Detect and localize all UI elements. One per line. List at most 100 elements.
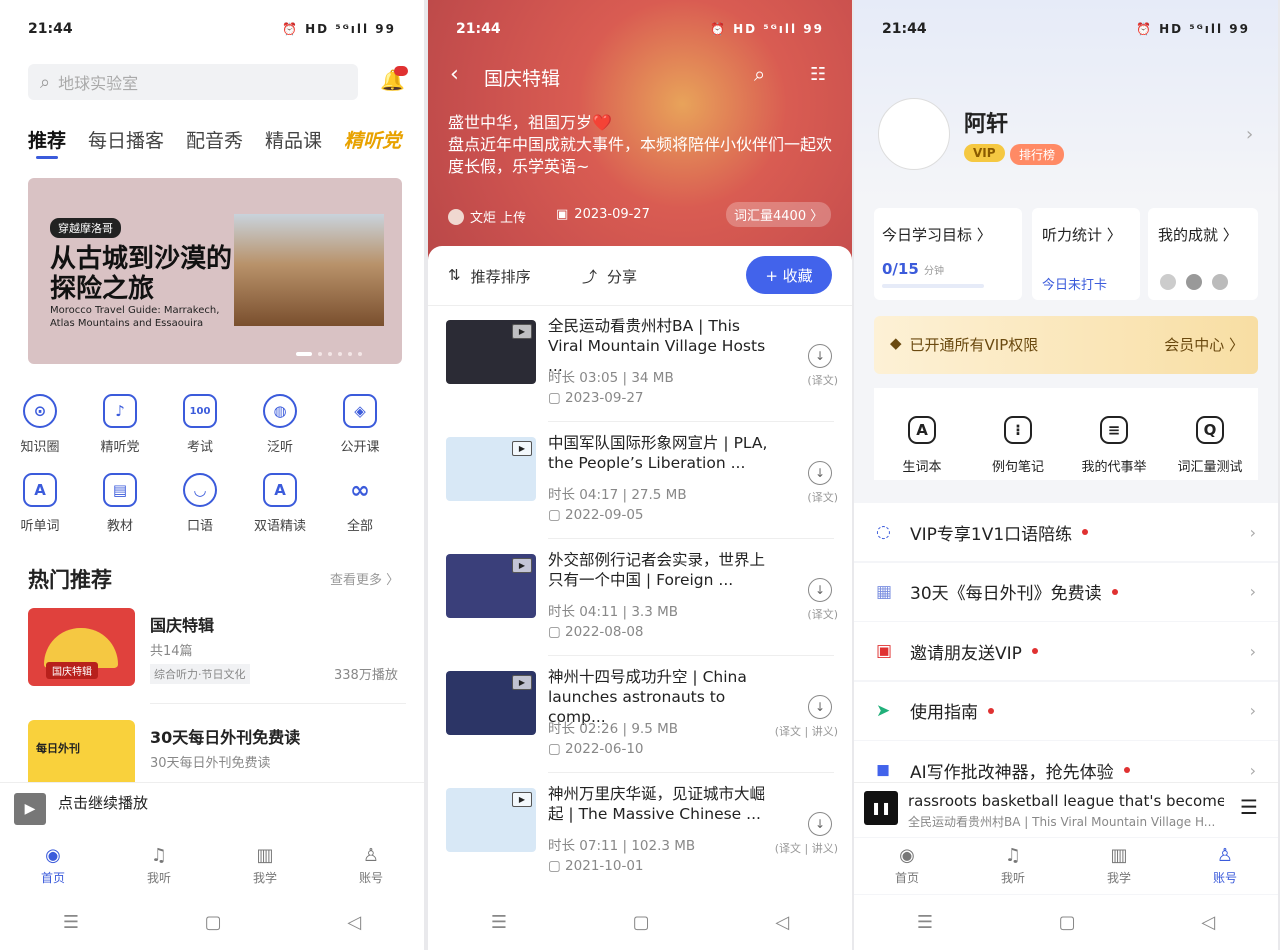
vocab-badge[interactable]: 词汇量4400 〉 [726,202,832,227]
menu-item[interactable]: ◌ VIP专享1V1口语陪练 › [854,503,1278,561]
calendar-icon: ▢ [548,507,566,523]
grid-label: 听单词 [20,519,60,534]
grid-bilingual-reading[interactable]: A 双语精读 [244,473,316,534]
tool-sentence-notes[interactable]: ⁝ 例句笔记 [973,416,1063,475]
share-button[interactable]: ⤴ 分享 [582,266,637,287]
nav-account[interactable]: ♙ 账号 [1172,838,1278,894]
search-icon[interactable]: ⌕ [754,62,765,86]
tab-recommend[interactable]: 推荐 [28,126,66,153]
medal-icon [1160,274,1176,290]
collect-button[interactable]: + 收藏 [746,256,832,294]
user-icon: ♙ [362,844,380,866]
achievements-card[interactable]: 我的成就 〉 [1148,208,1258,300]
vip-center-link[interactable]: 会员中心 〉 [1164,334,1244,355]
home-square-icon[interactable]: ▢ [1059,912,1076,933]
user-name: 阿轩 [964,112,1009,137]
study-goal-card[interactable]: 今日学习目标 〉 0/15 分钟 [874,208,1022,300]
back-icon[interactable]: ◁ [347,912,361,933]
nav-account[interactable]: ♙ 账号 [318,838,424,894]
hot-section-title: 热门推荐 [28,568,112,592]
hot-item[interactable]: 每日外刊 30天每日外刊免费读 30天每日外刊免费读 [28,720,406,782]
listening-stats-card[interactable]: 听力统计 〉 今日未打卡 [1032,208,1140,300]
pause-icon[interactable]: ❚❚ [864,791,898,825]
menu-item[interactable]: ➤ 使用指南 › [854,681,1278,740]
search-bar[interactable]: ⌕ 地球实验室 [28,64,358,100]
playlist-icon[interactable]: ☰ [1240,795,1258,819]
download-icon[interactable]: ↓ [808,461,832,485]
desc-line1: 盛世中华，祖国万岁❤️ [448,113,612,132]
see-more-link[interactable]: 查看更多 〉 [330,569,399,588]
menu-item-icon: ➤ [876,700,891,721]
nav-home[interactable]: ◉ 首页 [854,838,960,894]
download-icon[interactable]: ↓ [808,344,832,368]
grid-extensive-listening[interactable]: ◍ 泛听 [244,394,316,455]
nav-learn[interactable]: ▥ 我学 [1066,838,1172,894]
episode-row[interactable]: ▶ 全民运动看贵州村BA | This Viral Mountain Villag… [428,317,852,436]
banner-subtitle-line1: Morocco Travel Guide: Marrakech, [50,305,220,316]
avatar[interactable] [878,98,950,170]
system-nav-bar: ☰ ▢ ◁ [428,895,852,950]
back-icon[interactable]: ◁ [1201,912,1215,933]
menu-icon[interactable]: ☰ [63,912,79,933]
calendar-icon: ▢ [548,624,566,640]
back-icon[interactable]: ◁ [775,912,789,933]
nav-home[interactable]: ◉ 首页 [0,838,106,894]
tab-premium-course[interactable]: 精品课 [265,126,322,153]
play-icon[interactable]: ▶ [14,793,46,825]
grid-exam[interactable]: 100 考试 [164,394,236,455]
episode-meta: 时长 07:11 | 102.3 MB [548,838,696,854]
tab-dubbing[interactable]: 配音秀 [186,126,243,153]
rank-badge[interactable]: 排行榜 [1010,144,1065,165]
tool-vocab-book[interactable]: A 生词本 [877,416,967,475]
sort-button[interactable]: ⇅ 推荐排序 [448,266,531,287]
system-nav-bar: ☰ ▢ ◁ [0,895,424,950]
share-label: 分享 [607,268,638,286]
menu-icon[interactable]: ☰ [491,912,507,933]
download-icon[interactable]: ↓ [808,812,832,836]
book-icon: ▤ [103,473,137,507]
home-square-icon[interactable]: ▢ [633,912,650,933]
menu-icon[interactable]: ☰ [917,912,933,933]
episode-row[interactable]: ▶ 神州万里庆华诞，见证城市大崛起 | The Massive Chinese .… [428,785,852,904]
hot-item[interactable]: 国庆特辑 国庆特辑 共14篇 综合听力·节日文化 338万播放 [28,608,406,688]
tab-daily-podcast[interactable]: 每日播客 [88,126,164,153]
grid-speaking[interactable]: ◡ 口语 [164,473,236,534]
grid-word-listening[interactable]: A 听单词 [4,473,76,534]
tool-vocab-test[interactable]: Q 词汇量测试 [1165,416,1255,475]
medal-icon [1212,274,1228,290]
nav-listen[interactable]: ♫ 我听 [960,838,1066,894]
episode-row[interactable]: ▶ 神州十四号成功升空 | China launches astronauts t… [428,668,852,787]
album-author: 文炬 上传 [448,207,526,226]
grid-open-course[interactable]: ◈ 公开课 [324,394,396,455]
mini-player[interactable]: ❚❚ rassroots basketball league that's be… [854,782,1278,837]
nav-label: 我学 [252,870,277,885]
episode-title: 中国军队国际形象网宣片 | PLA, the People’s Liberati… [548,434,768,472]
grid-knowledge-circle[interactable]: ⊙ 知识圈 [4,394,76,455]
grid-intensive-listening[interactable]: ♪ 精听党 [84,394,156,455]
system-nav-bar: ☰ ▢ ◁ [854,895,1278,950]
exam-icon: 100 [183,394,217,428]
chevron-right-icon[interactable]: › [1246,124,1253,145]
user-icon: ♙ [1216,844,1234,866]
grid-textbook[interactable]: ▤ 教材 [84,473,156,534]
home-square-icon[interactable]: ▢ [205,912,222,933]
download-icon[interactable]: ↓ [808,695,832,719]
vip-banner[interactable]: ◆ 已开通所有VIP权限 会员中心 〉 [874,316,1258,374]
nav-listen[interactable]: ♫ 我听 [106,838,212,894]
tab-intensive[interactable]: 精听党 [344,126,401,153]
menu-item[interactable]: ▣ 邀请朋友送VIP › [854,622,1278,680]
grid-all[interactable]: ∞ 全部 [324,473,396,534]
banner[interactable]: 穿越摩洛哥 从古城到沙漠的 探险之旅 Morocco Travel Guide:… [28,178,402,364]
nav-learn[interactable]: ▥ 我学 [212,838,318,894]
back-icon[interactable]: ‹ [450,62,459,87]
episode-meta: 时长 02:26 | 9.5 MB [548,721,678,737]
download-icon[interactable]: ↓ [808,578,832,602]
list-menu-icon[interactable]: ☷ [810,64,826,85]
episode-row[interactable]: ▶ 外交部例行记者会实录，世界上只有一个中国 | Foreign ... 时长 04… [428,551,852,670]
menu-item[interactable]: ▦ 30天《每日外刊》免费读 › [854,562,1278,621]
sort-label: 推荐排序 [470,268,531,286]
download-label: (译文 | 讲义) [774,725,838,738]
continue-play-bar[interactable]: ▶ 点击继续播放 [0,782,424,837]
episode-row[interactable]: ▶ 中国军队国际形象网宣片 | PLA, the People’s Liberat… [428,434,852,553]
tool-my-tasks[interactable]: ≡ 我的代事举 [1069,416,1159,475]
